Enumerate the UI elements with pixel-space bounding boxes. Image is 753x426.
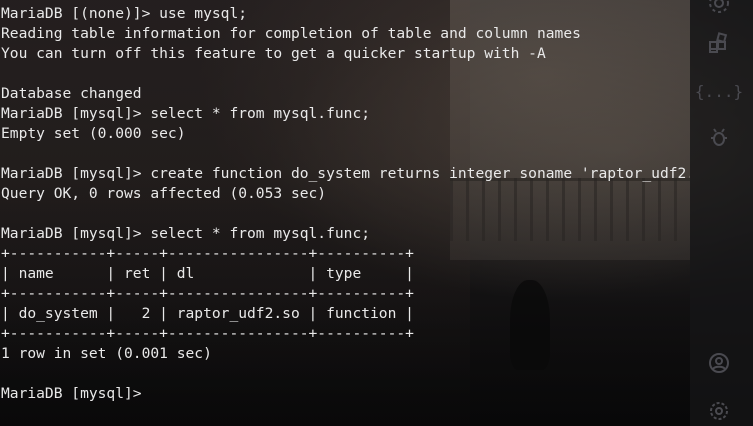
terminal-line: Query OK, 0 rows affected (0.053 sec) (1, 185, 327, 202)
terminal-line: Database changed (1, 85, 142, 102)
result-table-border: +-----------+-----+----------------+----… (1, 325, 414, 342)
brackets-glyph: {...} (694, 81, 744, 101)
terminal-line: You can turn off this feature to get a q… (1, 45, 546, 62)
terminal-line: Empty set (0.000 sec) (1, 125, 186, 142)
bug-icon[interactable] (704, 122, 734, 152)
terminal-line: MariaDB [mysql]> select * from mysql.fun… (1, 105, 371, 122)
terminal-output[interactable]: MariaDB [(none)]> use mysql; Reading tab… (0, 0, 690, 426)
terminal-line: 1 row in set (0.001 sec) (1, 345, 212, 362)
brackets-icon[interactable]: {...} (695, 76, 743, 106)
activity-sidebar: {...} (690, 0, 753, 426)
terminal-line: Reading table information for completion… (1, 25, 581, 42)
result-table-border: +-----------+-----+----------------+----… (1, 285, 414, 302)
result-table-row: | do_system | 2 | raptor_udf2.so | funct… (1, 305, 414, 322)
result-table-header: | name | ret | dl | type | (1, 265, 414, 282)
result-table-border: +-----------+-----+----------------+----… (1, 245, 414, 262)
terminal-prompt[interactable]: MariaDB [mysql]> (1, 384, 690, 404)
gear-icon[interactable] (704, 0, 734, 18)
account-icon[interactable] (704, 348, 734, 378)
settings-icon[interactable] (704, 396, 734, 426)
terminal-line: MariaDB [(none)]> use mysql; (1, 5, 248, 22)
terminal-line: MariaDB [mysql]> create function do_syst… (1, 165, 690, 182)
extensions-icon[interactable] (704, 28, 734, 58)
terminal-line: MariaDB [mysql]> select * from mysql.fun… (1, 225, 371, 242)
